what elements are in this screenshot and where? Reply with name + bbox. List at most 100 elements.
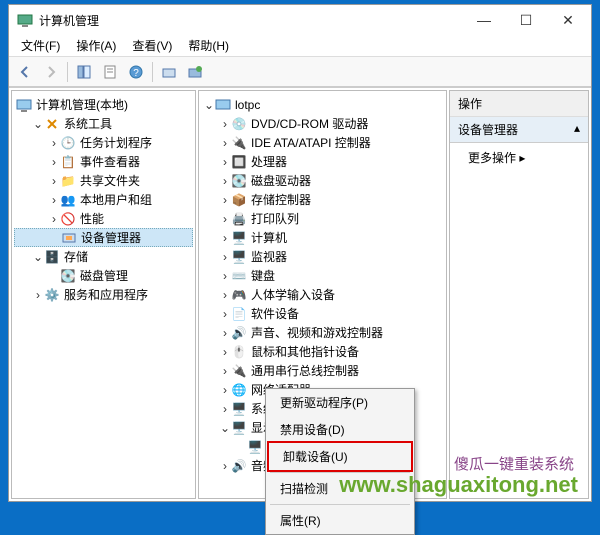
actions-item-devicemgr[interactable]: 设备管理器▴: [450, 117, 588, 143]
device-category[interactable]: ›🔌通用串行总线控制器: [201, 361, 444, 380]
device-category[interactable]: ›⌨️键盘: [201, 266, 444, 285]
show-hide-tree-button[interactable]: [72, 60, 96, 84]
tree-item[interactable]: ›📁共享文件夹: [14, 171, 193, 190]
expand-icon[interactable]: ⌄: [203, 99, 215, 111]
sound-icon: 🔊: [231, 325, 247, 341]
tree-group[interactable]: ›⚙️服务和应用程序: [14, 285, 193, 304]
back-button[interactable]: [13, 60, 37, 84]
expand-icon[interactable]: ›: [219, 346, 231, 358]
scan-button[interactable]: [157, 60, 181, 84]
help-button[interactable]: ?: [124, 60, 148, 84]
menubar: 文件(F) 操作(A) 查看(V) 帮助(H): [9, 35, 591, 57]
tree-label: IDE ATA/ATAPI 控制器: [251, 134, 371, 151]
cpu-icon: 🔲: [231, 154, 247, 170]
expand-icon[interactable]: ›: [32, 289, 44, 301]
tree-label: 打印队列: [251, 210, 299, 227]
properties-button[interactable]: [98, 60, 122, 84]
expand-icon[interactable]: ›: [219, 232, 231, 244]
expand-icon[interactable]: ›: [219, 270, 231, 282]
tree-item[interactable]: ›📋事件查看器: [14, 152, 193, 171]
menu-view[interactable]: 查看(V): [124, 35, 180, 56]
refresh-button[interactable]: [183, 60, 207, 84]
context-menu: 更新驱动程序(P) 禁用设备(D) 卸载设备(U) 扫描检测 属性(R): [265, 388, 415, 535]
device-category[interactable]: ›📦存储控制器: [201, 190, 444, 209]
watermark-text: 傻瓜一键重装系统: [454, 453, 574, 474]
toolbar-sep: [152, 62, 153, 82]
tree-label: 事件查看器: [80, 153, 140, 170]
device-category[interactable]: ›🎮人体学输入设备: [201, 285, 444, 304]
expand-icon[interactable]: ›: [219, 460, 231, 472]
ctx-uninstall-device[interactable]: 卸载设备(U): [269, 443, 411, 470]
tree-label: 计算机: [251, 229, 287, 246]
expand-icon[interactable]: ›: [48, 194, 60, 206]
tree-label: 软件设备: [251, 305, 299, 322]
storage-ctrl-icon: 📦: [231, 192, 247, 208]
expand-icon[interactable]: ⌄: [32, 118, 44, 130]
device-category[interactable]: ›📄软件设备: [201, 304, 444, 323]
expand-icon[interactable]: ›: [219, 251, 231, 263]
hid-icon: 🎮: [231, 287, 247, 303]
disk-icon: 💽: [231, 173, 247, 189]
task-icon: 🕒: [60, 135, 76, 151]
expand-icon[interactable]: ›: [219, 308, 231, 320]
tree-group[interactable]: ⌄ 系统工具: [14, 114, 193, 133]
expand-icon[interactable]: ⌄: [32, 251, 44, 263]
expand-icon[interactable]: ›: [219, 156, 231, 168]
expand-icon[interactable]: ›: [48, 175, 60, 187]
close-button[interactable]: ✕: [547, 6, 589, 34]
forward-button[interactable]: [39, 60, 63, 84]
expand-icon[interactable]: ›: [219, 175, 231, 187]
collapse-icon: ▴: [574, 121, 580, 138]
expand-icon[interactable]: ›: [219, 289, 231, 301]
event-icon: 📋: [60, 154, 76, 170]
device-category[interactable]: ›🔌IDE ATA/ATAPI 控制器: [201, 133, 444, 152]
tree-label: 处理器: [251, 153, 287, 170]
ctx-update-driver[interactable]: 更新驱动程序(P): [266, 389, 414, 416]
expand-icon[interactable]: ›: [219, 194, 231, 206]
expand-icon[interactable]: ›: [219, 118, 231, 130]
tree-item[interactable]: ›👥本地用户和组: [14, 190, 193, 209]
maximize-button[interactable]: ☐: [505, 6, 547, 34]
device-category[interactable]: ›🔊声音、视频和游戏控制器: [201, 323, 444, 342]
menu-help[interactable]: 帮助(H): [180, 35, 237, 56]
expand-icon[interactable]: ›: [48, 156, 60, 168]
tree-item-device-manager[interactable]: 设备管理器: [14, 228, 193, 247]
tree-item[interactable]: ›🕒任务计划程序: [14, 133, 193, 152]
ctx-properties[interactable]: 属性(R): [266, 507, 414, 534]
tree-root[interactable]: 计算机管理(本地): [14, 95, 193, 114]
device-category[interactable]: ›🔲处理器: [201, 152, 444, 171]
device-category[interactable]: ›🖥️监视器: [201, 247, 444, 266]
expand-icon[interactable]: ›: [219, 403, 231, 415]
tree-item[interactable]: 💽磁盘管理: [14, 266, 193, 285]
expand-icon[interactable]: ›: [219, 137, 231, 149]
left-tree-pane[interactable]: 计算机管理(本地) ⌄ 系统工具 ›🕒任务计划程序 ›📋事件查看器 ›📁共享文件…: [11, 90, 196, 499]
minimize-button[interactable]: —: [463, 6, 505, 34]
tree-group[interactable]: ⌄🗄️存储: [14, 247, 193, 266]
device-category[interactable]: ›🖥️计算机: [201, 228, 444, 247]
network-icon: 🌐: [231, 382, 247, 398]
expand-icon[interactable]: ›: [219, 327, 231, 339]
menu-action[interactable]: 操作(A): [68, 35, 124, 56]
watermark-url: www.shaguaxitong.net: [339, 472, 578, 498]
expand-icon[interactable]: ⌄: [219, 422, 231, 434]
device-category[interactable]: ›💽磁盘驱动器: [201, 171, 444, 190]
titlebar[interactable]: 计算机管理 — ☐ ✕: [9, 5, 591, 35]
device-root[interactable]: ⌄lotpc: [201, 95, 444, 114]
dvd-icon: 💿: [231, 116, 247, 132]
tree-label: 任务计划程序: [80, 134, 152, 151]
tree-label: 存储控制器: [251, 191, 311, 208]
expand-icon[interactable]: ›: [219, 213, 231, 225]
actions-item-more[interactable]: 更多操作 ▸: [450, 143, 588, 172]
device-category[interactable]: ›🖱️鼠标和其他指针设备: [201, 342, 444, 361]
expand-icon[interactable]: ›: [48, 213, 60, 225]
tree-item[interactable]: ›🚫性能: [14, 209, 193, 228]
expand-icon[interactable]: ›: [219, 365, 231, 377]
expand-icon[interactable]: ›: [219, 384, 231, 396]
device-category[interactable]: ›🖨️打印队列: [201, 209, 444, 228]
device-category[interactable]: ›💿DVD/CD-ROM 驱动器: [201, 114, 444, 133]
menu-file[interactable]: 文件(F): [13, 35, 68, 56]
display-icon: 🖥️: [247, 439, 263, 455]
computer-icon: 🖥️: [231, 230, 247, 246]
expand-icon[interactable]: ›: [48, 137, 60, 149]
ctx-disable-device[interactable]: 禁用设备(D): [266, 416, 414, 443]
